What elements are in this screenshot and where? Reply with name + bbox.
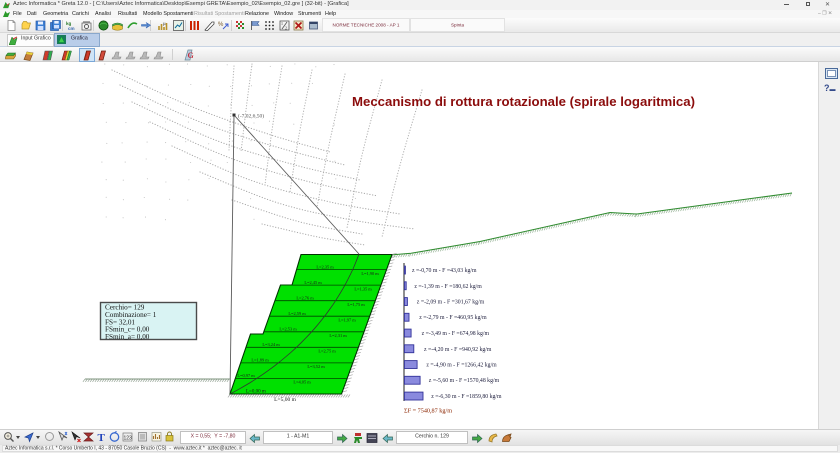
svg-text:z =-5,60 m - F =1570,48 kg/m: z =-5,60 m - F =1570,48 kg/m [429,378,500,384]
svg-text:123: 123 [124,436,133,442]
svg-text:z =-2,09 m - F =301,67 kg/m: z =-2,09 m - F =301,67 kg/m [417,300,485,306]
svg-text:cm: cm [68,26,75,31]
svg-text:L=0,00 m: L=0,00 m [246,390,266,395]
svg-text:L=5,00 m: L=5,00 m [274,397,296,403]
svg-text:T: T [98,432,106,443]
svg-text:G: G [188,51,194,60]
svg-text:%: % [218,22,224,28]
svg-text:ΣF = 7540,87 kg/m: ΣF = 7540,87 kg/m [404,408,452,415]
svg-text:z =-3,49 m - F =674,98 kg/m: z =-3,49 m - F =674,98 kg/m [422,331,490,337]
svg-text:z =-1,39 m - F =180,62 kg/m: z =-1,39 m - F =180,62 kg/m [414,284,482,290]
svg-text:2: 2 [285,26,287,31]
svg-text:z =-2,79 m - F =460,95 kg/m: z =-2,79 m - F =460,95 kg/m [419,315,487,321]
svg-text:z =-0,70 m - F =43,03 kg/m: z =-0,70 m - F =43,03 kg/m [412,268,477,274]
svg-text:FSmin_a= 0,00: FSmin_a= 0,00 [105,333,150,341]
svg-text:z =-4,90 m - F =1266,42 kg/m: z =-4,90 m - F =1266,42 kg/m [426,363,497,369]
svg-text:z =-4,20 m - F =940,92 kg/m: z =-4,20 m - F =940,92 kg/m [424,347,492,353]
svg-text:μ: μ [163,22,166,27]
svg-text:1: 1 [281,21,283,26]
svg-text:(-7,02,6,50): (-7,02,6,50) [238,113,264,120]
svg-text:z =-6,30 m - F =1859,80 kg/m: z =-6,30 m - F =1859,80 kg/m [431,394,502,400]
